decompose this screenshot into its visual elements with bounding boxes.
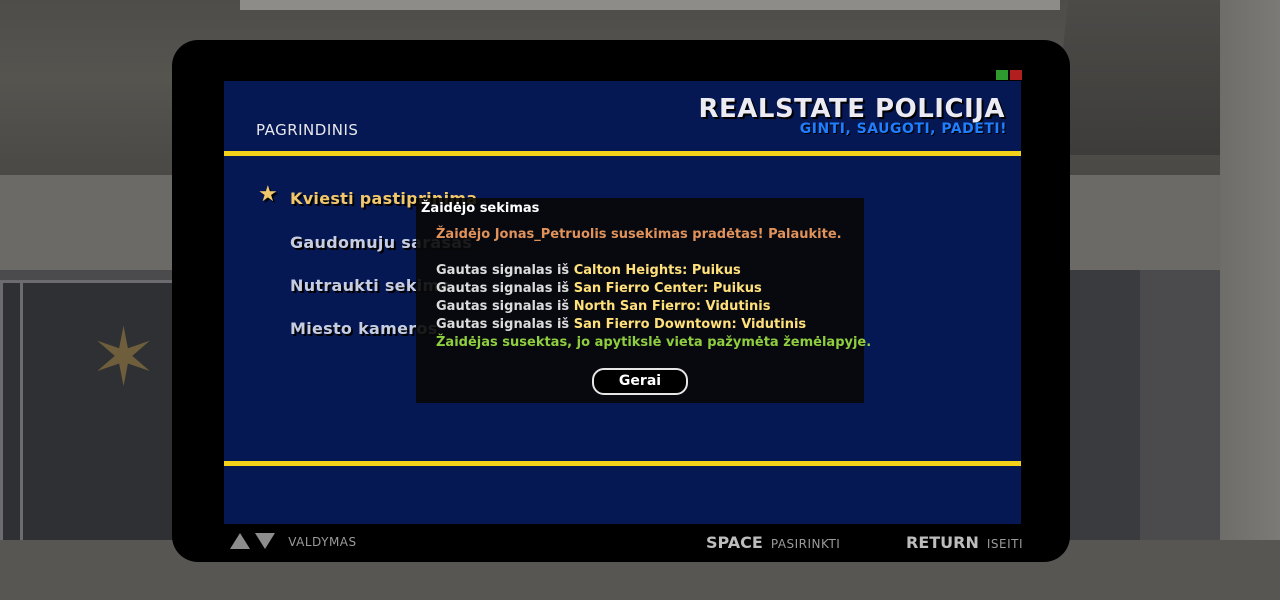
dialog-title: Žaidėjo sekimas (421, 201, 540, 216)
footer-select: SPACE PASIRINKTI (706, 533, 840, 557)
exit-key: RETURN (906, 533, 979, 552)
footer-exit: RETURN ISEITI (906, 533, 1023, 557)
signal-line: Gautas signalas iš San Fierro Downtown: … (436, 317, 807, 332)
signal-line: Gautas signalas iš San Fierro Center: Pu… (436, 281, 762, 296)
header-divider (224, 151, 1021, 156)
exit-label: ISEITI (986, 537, 1024, 551)
arrow-down-icon (255, 533, 276, 549)
background-ledge (240, 0, 1060, 10)
arrow-up-icon (230, 533, 250, 549)
signal-line: Gautas signalas iš Calton Heights: Puiku… (436, 263, 741, 278)
signal-location: San Fierro Downtown (573, 317, 732, 332)
signal-line: Gautas signalas iš North San Fierro: Vid… (436, 299, 771, 314)
signal-prefix: Gautas signalas iš (436, 299, 570, 314)
signal-prefix: Gautas signalas iš (436, 263, 570, 278)
dialog-result: Žaidėjas susektas, jo apytikslė vieta pa… (436, 335, 872, 350)
signal-quality: Puikus (712, 281, 762, 296)
footer-navigation: VALDYMAS (230, 533, 357, 557)
section-title: PAGRINDINIS (256, 121, 359, 139)
brand-title: REALSTATE POLICIJA (698, 94, 1005, 124)
select-key: SPACE (706, 533, 763, 552)
background-right-wall (1220, 0, 1280, 600)
selected-star-icon: ★ (258, 182, 278, 207)
brand-tagline: GINTI, SAUGOTI, PADETI! (799, 121, 1007, 137)
status-light-red-icon (1010, 70, 1022, 80)
nav-label: VALDYMAS (288, 535, 357, 549)
ok-button[interactable]: Gerai (592, 368, 688, 395)
select-label: PASIRINKTI (770, 537, 841, 551)
signal-prefix: Gautas signalas iš (436, 281, 570, 296)
police-badge-icon: ✶ (90, 311, 158, 404)
footer-divider (224, 461, 1021, 466)
status-light-green-icon (996, 70, 1008, 80)
tracking-dialog: Žaidėjo sekimas Žaidėjo Jonas_Petruolis … (416, 198, 871, 403)
signal-location: San Fierro Center (573, 281, 704, 296)
signal-quality: Vidutinis (705, 299, 771, 314)
signal-location: North San Fierro (573, 299, 696, 314)
background-building-right (1065, 270, 1140, 540)
signal-location: Calton Heights (573, 263, 683, 278)
signal-prefix: Gautas signalas iš (436, 317, 570, 332)
signal-quality: Vidutinis (741, 317, 807, 332)
signal-quality: Puikus (691, 263, 741, 278)
dialog-intro: Žaidėjo Jonas_Petruolis susekimas pradėt… (436, 227, 842, 242)
